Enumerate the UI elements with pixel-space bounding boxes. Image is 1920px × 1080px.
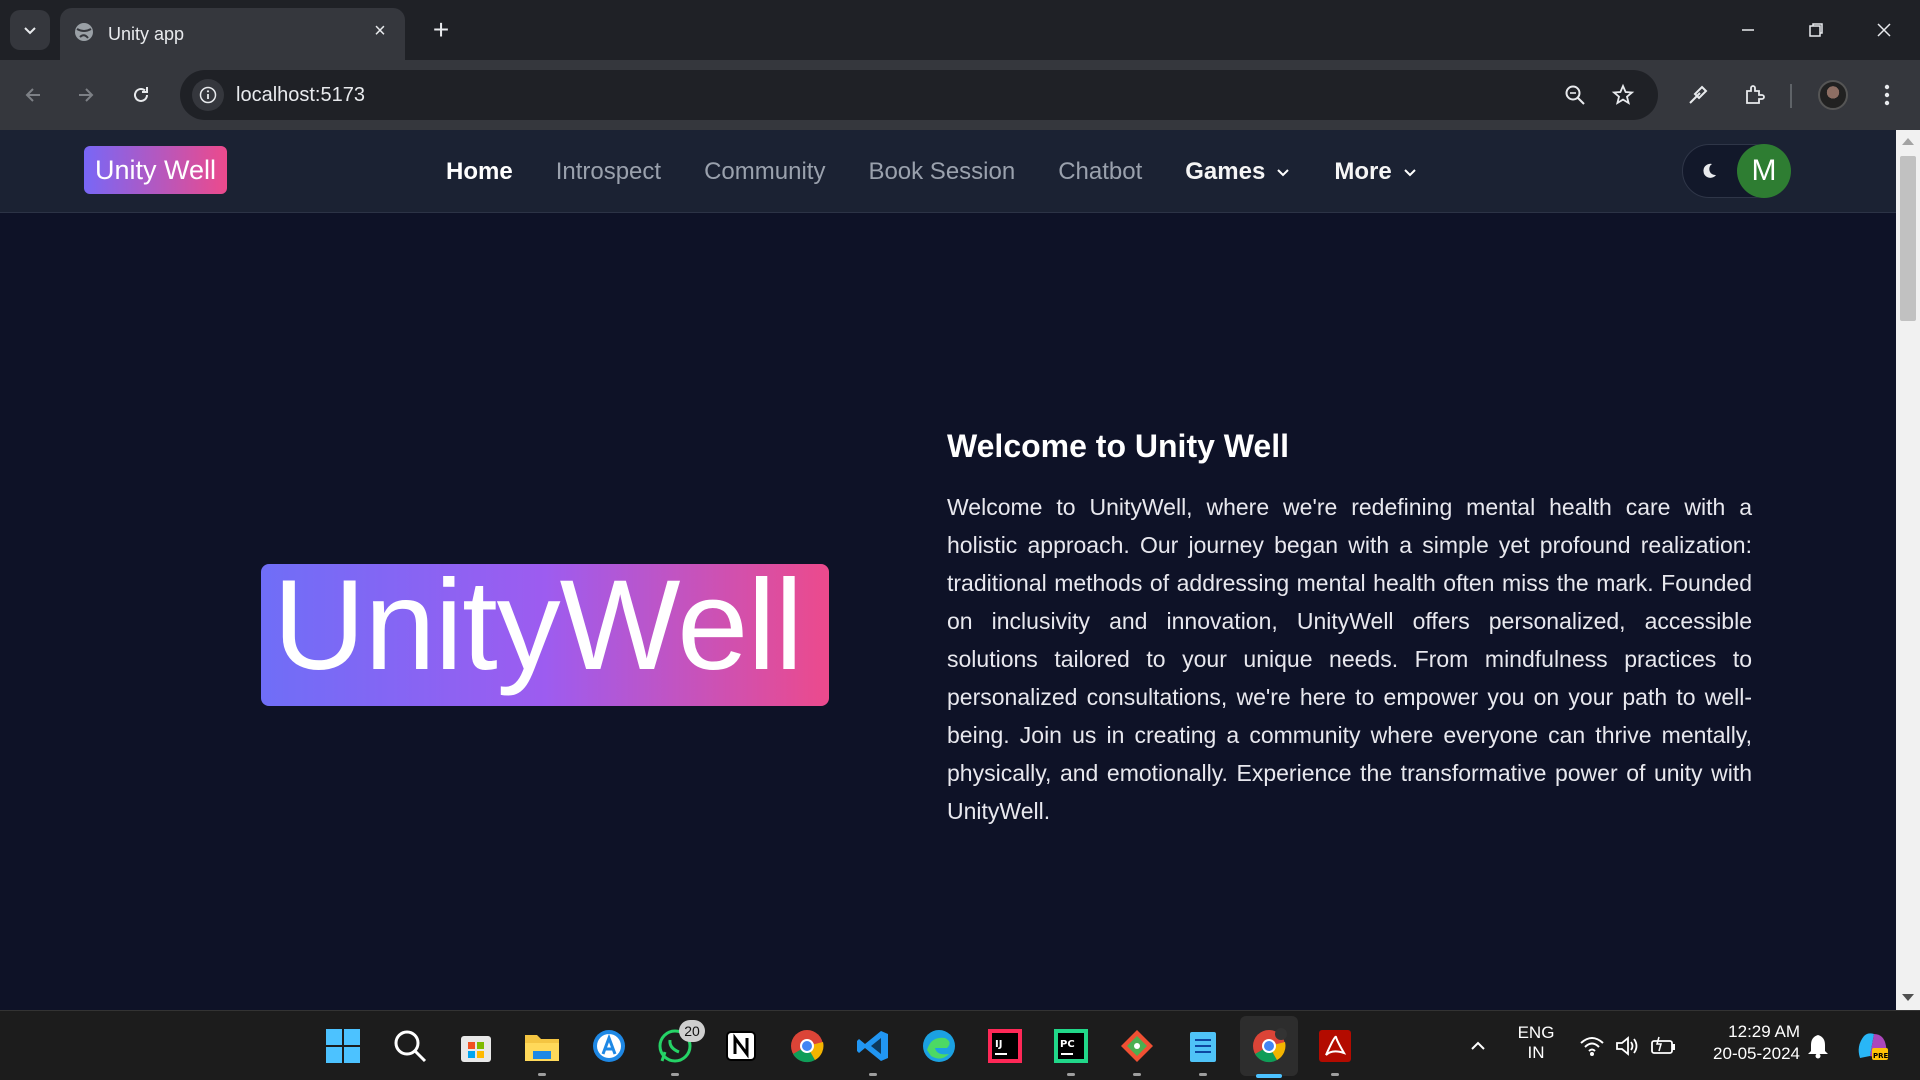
- nav-games-label: Games: [1185, 157, 1266, 185]
- app-store-icon[interactable]: [589, 1026, 629, 1066]
- restore-icon: [1809, 23, 1823, 37]
- chevron-down-icon: [1277, 168, 1290, 176]
- nav-home[interactable]: Home: [446, 158, 513, 186]
- edge-icon[interactable]: [919, 1026, 959, 1066]
- start-icon[interactable]: [323, 1026, 363, 1066]
- browser-tab-bar: Unity app × +: [0, 0, 1920, 60]
- wifi-icon[interactable]: [1572, 1026, 1612, 1066]
- hero-description: Welcome to UnityWell, where we're redefi…: [947, 494, 1752, 824]
- nav-more-dropdown[interactable]: More: [1334, 158, 1417, 186]
- tab-title: Unity app: [108, 24, 185, 44]
- running-indicator: [1133, 1073, 1141, 1076]
- file-explorer-icon[interactable]: [522, 1026, 562, 1076]
- active-app-indicator: [1256, 1074, 1282, 1078]
- chrome-active-icon[interactable]: [1249, 1026, 1289, 1066]
- reload-icon: [134, 87, 148, 102]
- scroll-up-arrow-icon[interactable]: [1902, 138, 1914, 145]
- pycharm-icon[interactable]: PC: [1051, 1026, 1091, 1076]
- running-indicator: [538, 1073, 546, 1076]
- windows-taskbar: 20 IJ PC ENG IN 12:29 AM 20-05-2024 PRE: [0, 1010, 1920, 1080]
- page-scrollbar[interactable]: [1896, 130, 1920, 1010]
- brand-logo[interactable]: Unity Well: [84, 146, 228, 194]
- page-viewport: Unity Well Home Introspect Community Boo…: [0, 130, 1896, 1010]
- clock-time: 12:29 AM: [1728, 1022, 1800, 1041]
- chevron-down-icon: [24, 27, 36, 35]
- running-indicator: [671, 1073, 679, 1076]
- battery-icon[interactable]: [1644, 1026, 1684, 1066]
- reload-button[interactable]: [121, 75, 161, 115]
- zoom-icon[interactable]: [1560, 80, 1590, 110]
- system-clock[interactable]: 12:29 AM 20-05-2024: [1700, 1021, 1800, 1065]
- new-tab-button[interactable]: +: [425, 14, 457, 46]
- minimize-icon: [1742, 29, 1754, 31]
- running-indicator: [869, 1073, 877, 1076]
- intellij-icon[interactable]: IJ: [985, 1026, 1025, 1066]
- close-icon: [1877, 23, 1891, 37]
- tab-search-button[interactable]: [10, 10, 50, 50]
- browser-tab[interactable]: Unity app ×: [60, 8, 405, 60]
- nav-chatbot[interactable]: Chatbot: [1058, 158, 1142, 186]
- browser-toolbar: localhost:5173: [0, 60, 1920, 130]
- globe-icon: [73, 21, 95, 48]
- clock-date: 20-05-2024: [1713, 1044, 1800, 1063]
- scroll-thumb[interactable]: [1900, 156, 1916, 321]
- notepad-icon[interactable]: [1183, 1026, 1223, 1076]
- hero-logo-text: UnityWell: [273, 554, 803, 697]
- arrow-left-icon: [25, 88, 40, 102]
- user-avatar[interactable]: M: [1737, 144, 1791, 198]
- vscode-icon[interactable]: [853, 1026, 893, 1076]
- git-tool-icon[interactable]: [1117, 1026, 1157, 1076]
- copilot-icon[interactable]: PRE: [1852, 1026, 1892, 1066]
- scroll-down-arrow-icon[interactable]: [1902, 994, 1914, 1001]
- volume-icon[interactable]: [1608, 1026, 1648, 1066]
- extensions-icon[interactable]: [1734, 75, 1774, 115]
- language-indicator[interactable]: ENG IN: [1516, 1023, 1556, 1063]
- close-tab-icon[interactable]: ×: [367, 18, 393, 44]
- address-bar[interactable]: localhost:5173: [180, 70, 1658, 120]
- hero-title: Welcome to Unity Well: [947, 428, 1289, 464]
- arrow-right-icon: [79, 88, 94, 102]
- site-navbar: Unity Well Home Introspect Community Boo…: [0, 130, 1896, 213]
- nav-introspect[interactable]: Introspect: [556, 158, 661, 186]
- restore-button[interactable]: [1794, 10, 1838, 50]
- moon-icon: [1703, 163, 1716, 178]
- back-button[interactable]: [13, 75, 53, 115]
- nav-book-session[interactable]: Book Session: [868, 158, 1015, 186]
- running-indicator: [1199, 1073, 1207, 1076]
- nav-more-label: More: [1334, 157, 1392, 185]
- region-code: IN: [1527, 1043, 1545, 1062]
- microsoft-store-icon[interactable]: [456, 1026, 496, 1066]
- language-code: ENG: [1517, 1023, 1555, 1042]
- toolbar-divider: [1790, 84, 1792, 108]
- acrobat-icon[interactable]: [1315, 1026, 1355, 1076]
- search-icon[interactable]: [390, 1026, 430, 1066]
- bookmark-star-icon[interactable]: [1608, 80, 1638, 110]
- running-indicator: [1331, 1073, 1339, 1076]
- notion-icon[interactable]: [721, 1026, 761, 1066]
- whatsapp-icon[interactable]: 20: [655, 1020, 705, 1076]
- notification-badge: 20: [679, 1020, 705, 1042]
- nav-links: Home Introspect Community Book Session C…: [446, 130, 1461, 213]
- nav-community[interactable]: Community: [704, 158, 825, 186]
- notification-bell-icon[interactable]: [1798, 1026, 1838, 1066]
- hero-logo: UnityWell: [261, 554, 829, 706]
- kebab-menu-icon[interactable]: [1867, 75, 1907, 115]
- chrome-icon[interactable]: [787, 1026, 827, 1066]
- nav-games-dropdown[interactable]: Games: [1185, 158, 1291, 186]
- browser-profile-avatar[interactable]: [1818, 80, 1848, 110]
- svg-text:PC: PC: [1060, 1039, 1075, 1050]
- close-window-button[interactable]: [1862, 10, 1906, 50]
- site-info-icon[interactable]: [192, 79, 224, 111]
- running-indicator: [1067, 1073, 1075, 1076]
- forward-button[interactable]: [66, 75, 106, 115]
- chevron-up-icon[interactable]: [1458, 1026, 1498, 1066]
- minimize-button[interactable]: [1726, 10, 1770, 50]
- svg-text:IJ: IJ: [995, 1039, 1002, 1050]
- eyedropper-icon[interactable]: [1678, 75, 1718, 115]
- chevron-down-icon: [1403, 168, 1416, 176]
- url-text[interactable]: localhost:5173: [236, 84, 365, 107]
- svg-text:PRE: PRE: [1873, 1052, 1889, 1060]
